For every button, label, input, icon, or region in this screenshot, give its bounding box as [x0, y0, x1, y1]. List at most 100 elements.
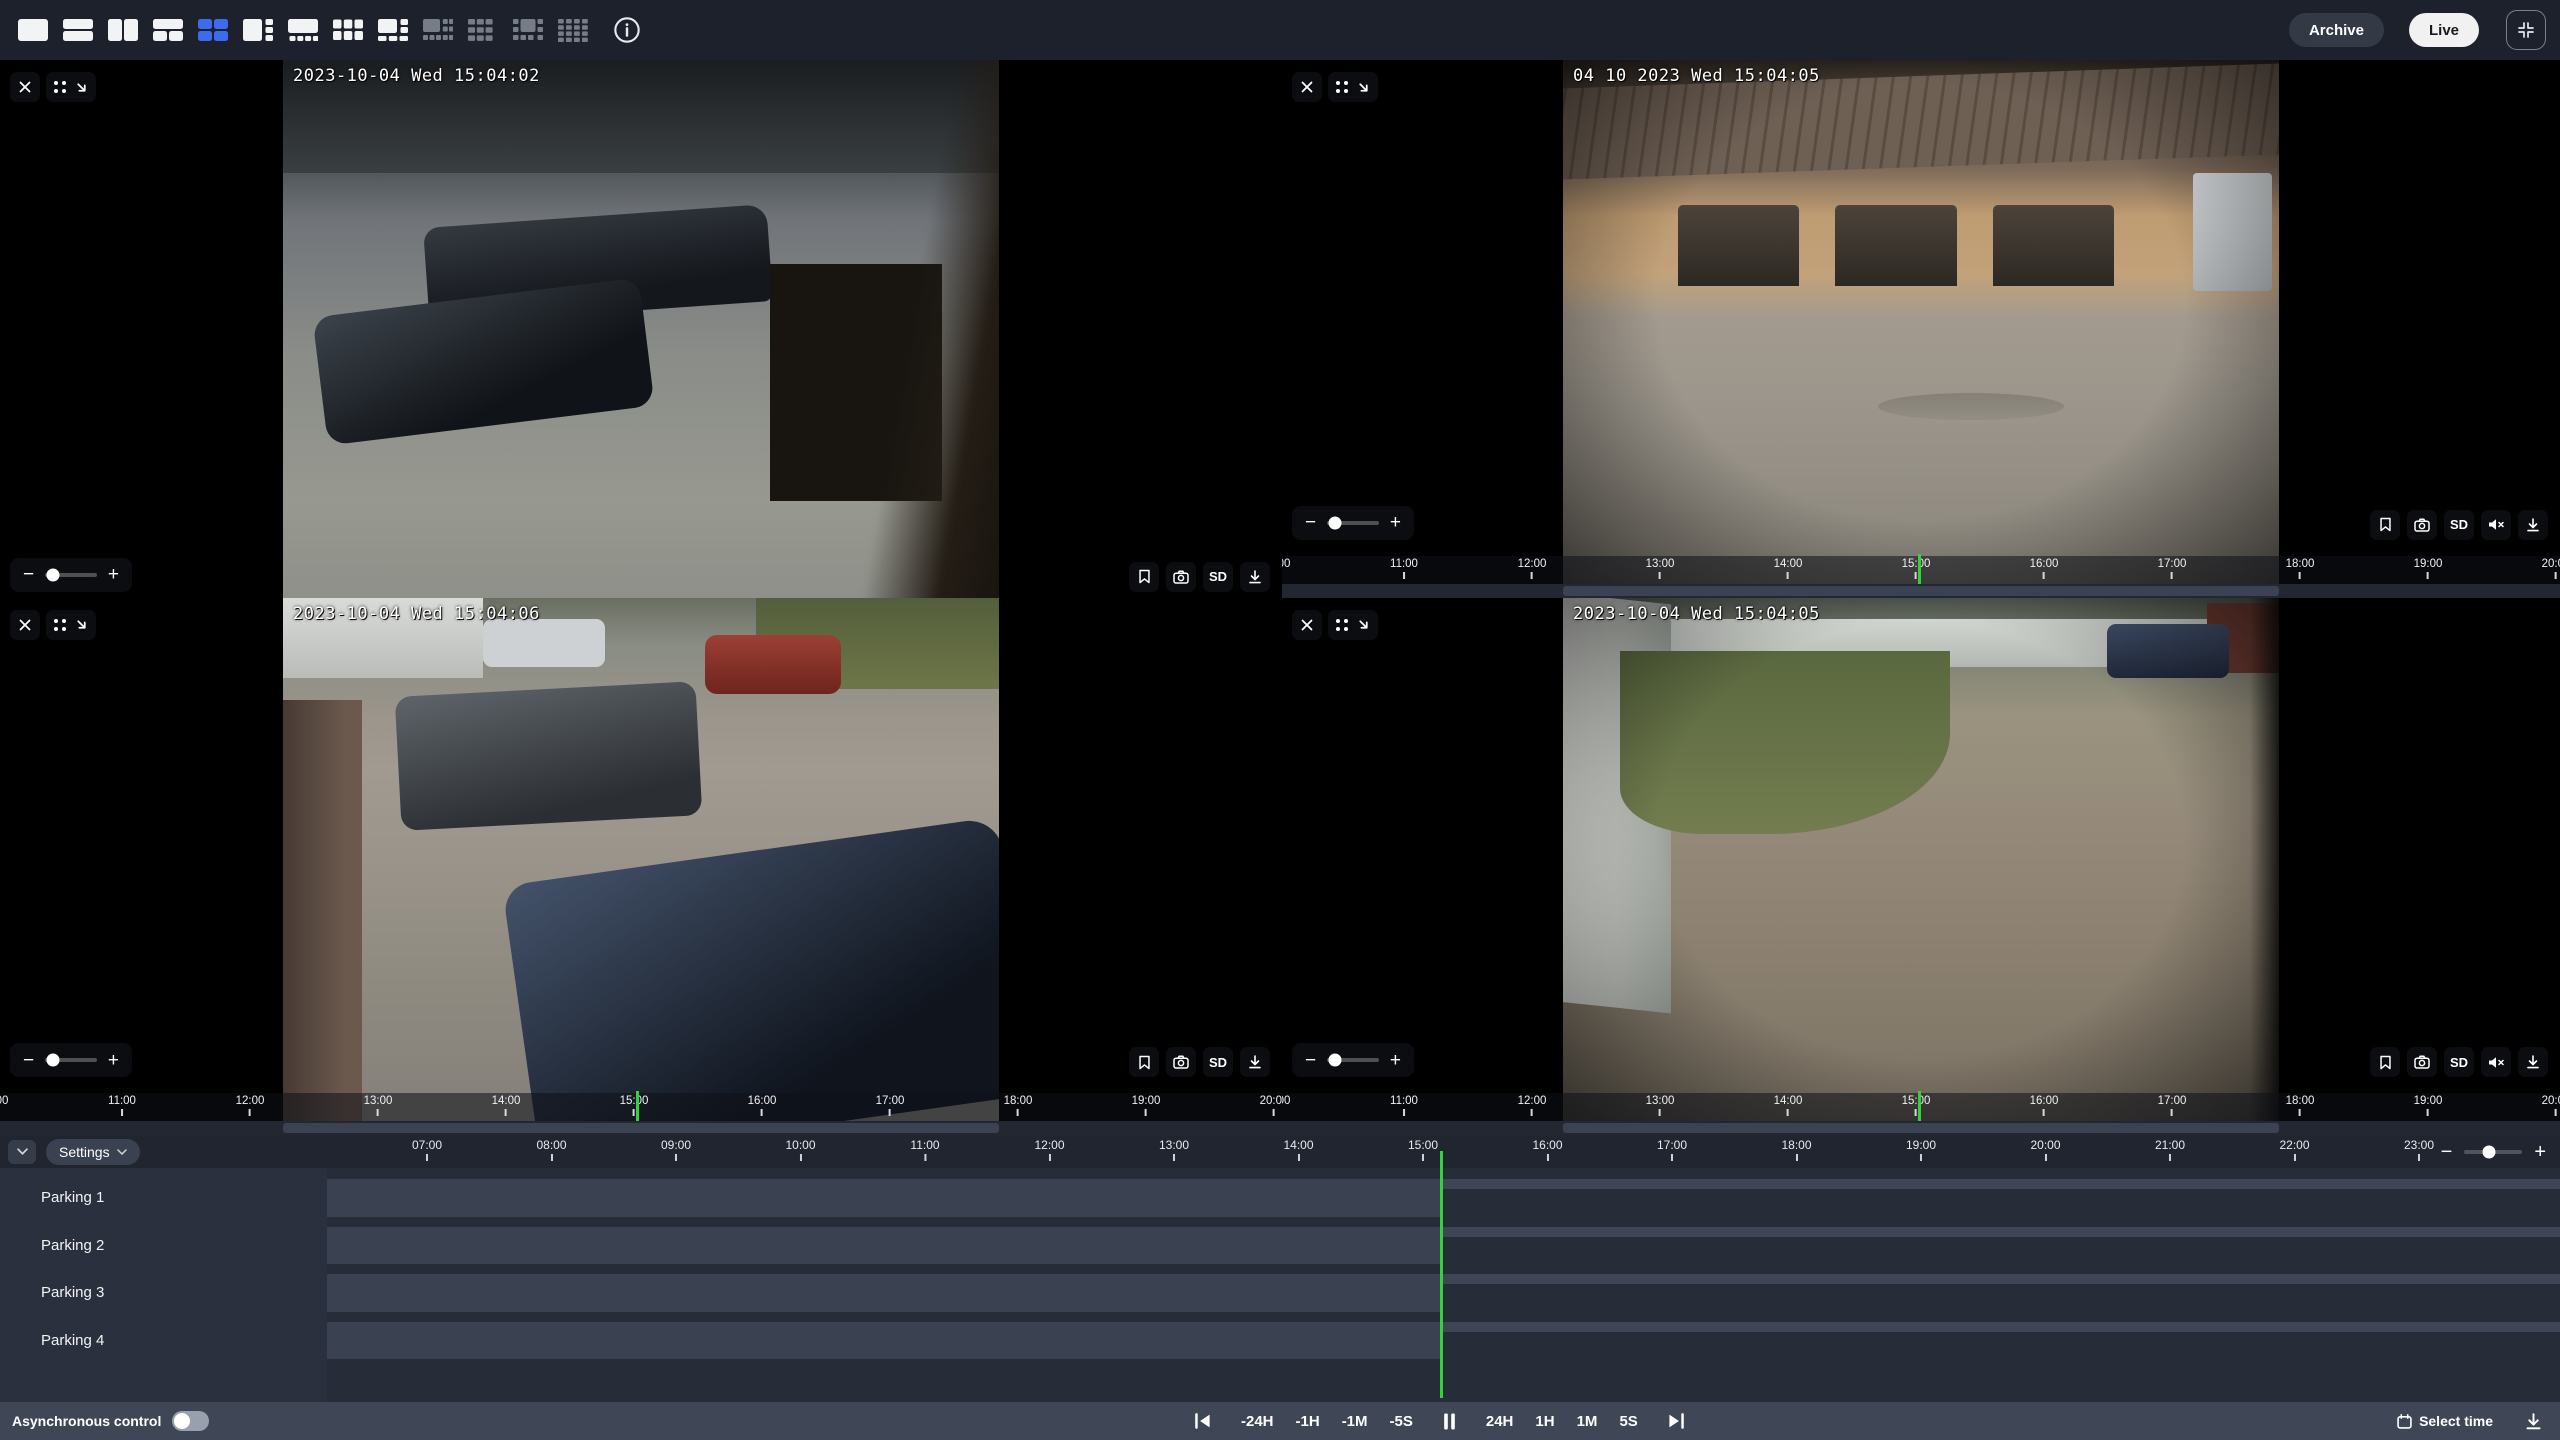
layout-one-plus-side-icon[interactable] — [239, 13, 277, 47]
archive-tab-button[interactable]: Archive — [2289, 13, 2384, 47]
zoom-slider-knob[interactable] — [1329, 1054, 1342, 1067]
timeline-row[interactable] — [327, 1317, 2560, 1365]
zoom-in-icon[interactable]: + — [2534, 1142, 2546, 1162]
zoom-out-icon[interactable]: − — [1305, 513, 1316, 532]
zoom-slider-knob[interactable] — [2482, 1145, 2495, 1158]
jump-back-24h-button[interactable]: -24H — [1233, 1409, 1282, 1434]
zoom-slider-track[interactable] — [45, 1058, 97, 1062]
close-camera-button[interactable] — [10, 72, 40, 102]
zoom-out-icon[interactable]: − — [1305, 1051, 1316, 1070]
camera-2-video[interactable]: 04 10 2023 Wed 15:04:05 — [1563, 60, 2279, 598]
timeline-scrollbar[interactable] — [1282, 584, 2560, 598]
jump-back-5s-button[interactable]: -5S — [1382, 1409, 1421, 1434]
timeline-tracks[interactable] — [327, 1168, 2560, 1402]
main-timeline-playhead[interactable] — [1440, 1151, 1443, 1398]
skip-to-start-button[interactable] — [1186, 1409, 1219, 1433]
jump-back-1h-button[interactable]: -1H — [1288, 1409, 1328, 1434]
camera-timeline[interactable]: 10:0011:0012:0013:0014:0015:0016:0017:00… — [0, 1093, 1282, 1121]
zoom-out-icon[interactable]: − — [23, 1051, 34, 1070]
recorded-segment[interactable] — [327, 1274, 1440, 1312]
pause-button[interactable] — [1435, 1409, 1464, 1434]
zoom-slider-track[interactable] — [45, 573, 97, 577]
snapshot-button[interactable] — [2407, 1047, 2437, 1077]
download-button[interactable] — [1240, 1047, 1270, 1077]
mute-button[interactable] — [2481, 510, 2511, 540]
timeline-row-label[interactable]: Parking 1 — [0, 1174, 327, 1222]
timeline-scrollbar[interactable] — [0, 1121, 1282, 1135]
snapshot-button[interactable] — [1166, 562, 1196, 592]
zoom-slider-track[interactable] — [1327, 521, 1379, 525]
camera-4-video[interactable]: 2023-10-04 Wed 15:04:05 — [1563, 598, 2279, 1136]
zoom-slider-knob[interactable] — [47, 1054, 60, 1067]
zoom-slider-track[interactable] — [2464, 1150, 2522, 1154]
video-zoom-slider[interactable]: − + — [1292, 1043, 1414, 1077]
bookmark-button[interactable] — [1129, 1047, 1159, 1077]
jump-fwd-1h-button[interactable]: 1H — [1527, 1409, 1562, 1434]
video-zoom-slider[interactable]: − + — [10, 558, 132, 592]
layout-two-rows-icon[interactable] — [59, 13, 97, 47]
zoom-out-icon[interactable]: − — [2441, 1142, 2453, 1162]
timeline-scroll-thumb[interactable] — [1563, 586, 2279, 596]
download-button[interactable] — [2518, 1047, 2548, 1077]
camera-panel-3[interactable]: 2023-10-04 Wed 15:04:06 − + SD 10:0011:0… — [0, 598, 1282, 1136]
camera-panel-1[interactable]: 2023-10-04 Wed 15:04:02 − + SD — [0, 60, 1282, 598]
camera-3-video[interactable]: 2023-10-04 Wed 15:04:06 — [283, 598, 999, 1136]
layout-two-cols-icon[interactable] — [104, 13, 142, 47]
zoom-out-icon[interactable]: − — [23, 565, 34, 584]
download-button[interactable] — [1240, 562, 1270, 592]
mute-button[interactable] — [2481, 1047, 2511, 1077]
async-control-toggle[interactable] — [172, 1411, 209, 1431]
timeline-scrollbar[interactable] — [1282, 1121, 2560, 1135]
recorded-segment[interactable] — [327, 1227, 1440, 1265]
timeline-row-label[interactable]: Parking 4 — [0, 1317, 327, 1365]
fullscreen-toggle-button[interactable] — [2506, 10, 2546, 50]
layout-single-icon[interactable] — [14, 13, 52, 47]
layout-one-top-two-bottom-icon[interactable] — [149, 13, 187, 47]
zoom-slider-knob[interactable] — [1329, 516, 1342, 529]
timeline-row-label[interactable]: Parking 3 — [0, 1269, 327, 1317]
camera-1-video[interactable]: 2023-10-04 Wed 15:04:02 — [283, 60, 999, 598]
zoom-in-icon[interactable]: + — [1390, 513, 1401, 532]
timeline-zoom-control[interactable]: − + — [2441, 1135, 2546, 1168]
camera-timeline[interactable]: 10:0011:0012:0013:0014:0015:0016:0017:00… — [1282, 556, 2560, 584]
timeline-row[interactable] — [327, 1269, 2560, 1317]
snapshot-button[interactable] — [1166, 1047, 1196, 1077]
close-camera-button[interactable] — [10, 610, 40, 640]
zoom-in-icon[interactable]: + — [108, 1051, 119, 1070]
sd-quality-button[interactable]: SD — [2444, 510, 2474, 540]
camera-panel-4[interactable]: 2023-10-04 Wed 15:04:05 − + SD 10:0011:0… — [1282, 598, 2560, 1136]
timeline-scroll-thumb[interactable] — [1563, 1123, 2279, 1133]
camera-timeline[interactable]: 10:0011:0012:0013:0014:0015:0016:0017:00… — [1282, 1093, 2560, 1121]
zoom-slider-track[interactable] — [1327, 1058, 1379, 1062]
zoom-in-icon[interactable]: + — [1390, 1051, 1401, 1070]
skip-to-end-button[interactable] — [1660, 1409, 1693, 1433]
timeline-settings-button[interactable]: Settings — [46, 1139, 140, 1165]
jump-back-1m-button[interactable]: -1M — [1334, 1409, 1376, 1434]
jump-fwd-24h-button[interactable]: 24H — [1478, 1409, 1522, 1434]
select-time-button[interactable]: Select time — [2391, 1412, 2499, 1430]
bookmark-button[interactable] — [1129, 562, 1159, 592]
sd-quality-button[interactable]: SD — [1203, 562, 1233, 592]
drag-expand-button[interactable] — [1328, 610, 1378, 640]
layout-grid-2x3-icon[interactable] — [329, 13, 367, 47]
sd-quality-button[interactable]: SD — [2444, 1047, 2474, 1077]
layout-one-plus-bottom-row-icon[interactable] — [284, 13, 322, 47]
drag-expand-button[interactable] — [46, 610, 96, 640]
recorded-segment[interactable] — [327, 1322, 1440, 1360]
bookmark-button[interactable] — [2370, 510, 2400, 540]
download-button[interactable] — [2518, 510, 2548, 540]
info-icon[interactable] — [605, 10, 649, 50]
camera-panel-2[interactable]: 04 10 2023 Wed 15:04:05 − + SD 10:0011:0… — [1282, 60, 2560, 598]
snapshot-button[interactable] — [2407, 510, 2437, 540]
layout-one-plus-around-icon[interactable] — [374, 13, 412, 47]
live-tab-button[interactable]: Live — [2409, 13, 2479, 47]
drag-expand-button[interactable] — [46, 72, 96, 102]
bookmark-button[interactable] — [2370, 1047, 2400, 1077]
export-download-button[interactable] — [2519, 1412, 2548, 1431]
timeline-row[interactable] — [327, 1174, 2560, 1222]
video-zoom-slider[interactable]: − + — [10, 1043, 132, 1077]
jump-fwd-1m-button[interactable]: 1M — [1569, 1409, 1606, 1434]
timeline-row[interactable] — [327, 1222, 2560, 1270]
layout-grid-2x2-icon[interactable] — [194, 13, 232, 47]
close-camera-button[interactable] — [1292, 72, 1322, 102]
